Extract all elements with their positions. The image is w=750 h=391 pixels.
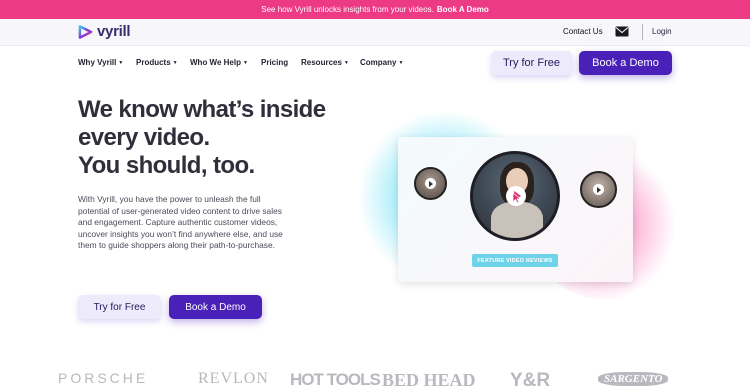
nav-item-who-we-help[interactable]: Who We Help ▼ [190, 58, 248, 67]
hero-description: With Vyrill, you have the power to unlea… [78, 194, 283, 251]
brand-logo-strip: PORSCHE REVLON HOT TOOLS BED HEAD Y&R SA… [0, 370, 750, 391]
caret-down-icon: ▼ [172, 59, 178, 66]
header-try-free-button[interactable]: Try for Free [491, 51, 572, 75]
caret-down-icon: ▼ [343, 59, 349, 66]
nav-item-label: Why Vyrill [78, 58, 117, 67]
cursor-icon [512, 192, 522, 204]
brand-logo-hot-tools: HOT TOOLS [290, 370, 381, 389]
brand-logo-revlon: REVLON [198, 370, 269, 387]
headline-line: We know what’s inside [78, 96, 326, 123]
nav-item-company[interactable]: Company ▼ [360, 58, 403, 67]
promo-banner: See how Vyrill unlocks insights from you… [0, 0, 750, 19]
headline-line: every video. [78, 124, 210, 151]
login-link[interactable]: Login [652, 27, 672, 36]
nav-item-pricing[interactable]: Pricing [261, 58, 288, 67]
logo-wordmark: vyrill [97, 23, 131, 40]
nav-item-label: Who We Help [190, 58, 241, 67]
nav-item-label: Pricing [261, 58, 289, 67]
promo-text: See how Vyrill unlocks insights from you… [261, 5, 434, 14]
contact-us-link[interactable]: Contact Us [563, 27, 603, 36]
brand-logo-porsche: PORSCHE [58, 370, 149, 386]
nav-item-why-vyrill[interactable]: Why Vyrill ▼ [78, 58, 123, 67]
nav-item-label: Company [360, 58, 397, 67]
caret-down-icon: ▼ [118, 59, 124, 66]
nav-item-label: Products [136, 58, 171, 67]
nav-item-resources[interactable]: Resources ▼ [301, 58, 349, 67]
mail-icon[interactable] [615, 26, 629, 37]
hero-book-demo-button[interactable]: Book a Demo [169, 295, 262, 319]
hero-headline: We know what’s inside every video. You s… [78, 96, 326, 180]
caret-down-icon: ▼ [242, 59, 248, 66]
header-book-demo-button[interactable]: Book a Demo [579, 51, 672, 75]
promo-book-demo-link[interactable]: Book A Demo [437, 5, 489, 14]
topbar-divider [642, 24, 643, 40]
nav-item-products[interactable]: Products ▼ [136, 58, 178, 67]
vyrill-logo-icon [78, 24, 93, 39]
feature-video-reviews-badge: FEATURE VIDEO REVIEWS [472, 254, 558, 267]
brand-logo[interactable]: vyrill [78, 23, 131, 40]
headline-line: You should, too. [78, 152, 255, 179]
brand-logo-yr: Y&R [510, 370, 551, 391]
hero-try-free-button[interactable]: Try for Free [78, 295, 161, 319]
utility-bar: vyrill Contact Us Login [0, 19, 750, 46]
play-icon[interactable] [593, 184, 604, 195]
play-icon[interactable] [425, 178, 436, 189]
brand-logo-sargento: SARGENTO [598, 372, 669, 386]
brand-logo-bed-head: BED HEAD [382, 370, 476, 390]
caret-down-icon: ▼ [398, 59, 404, 66]
nav-item-label: Resources [301, 58, 342, 67]
